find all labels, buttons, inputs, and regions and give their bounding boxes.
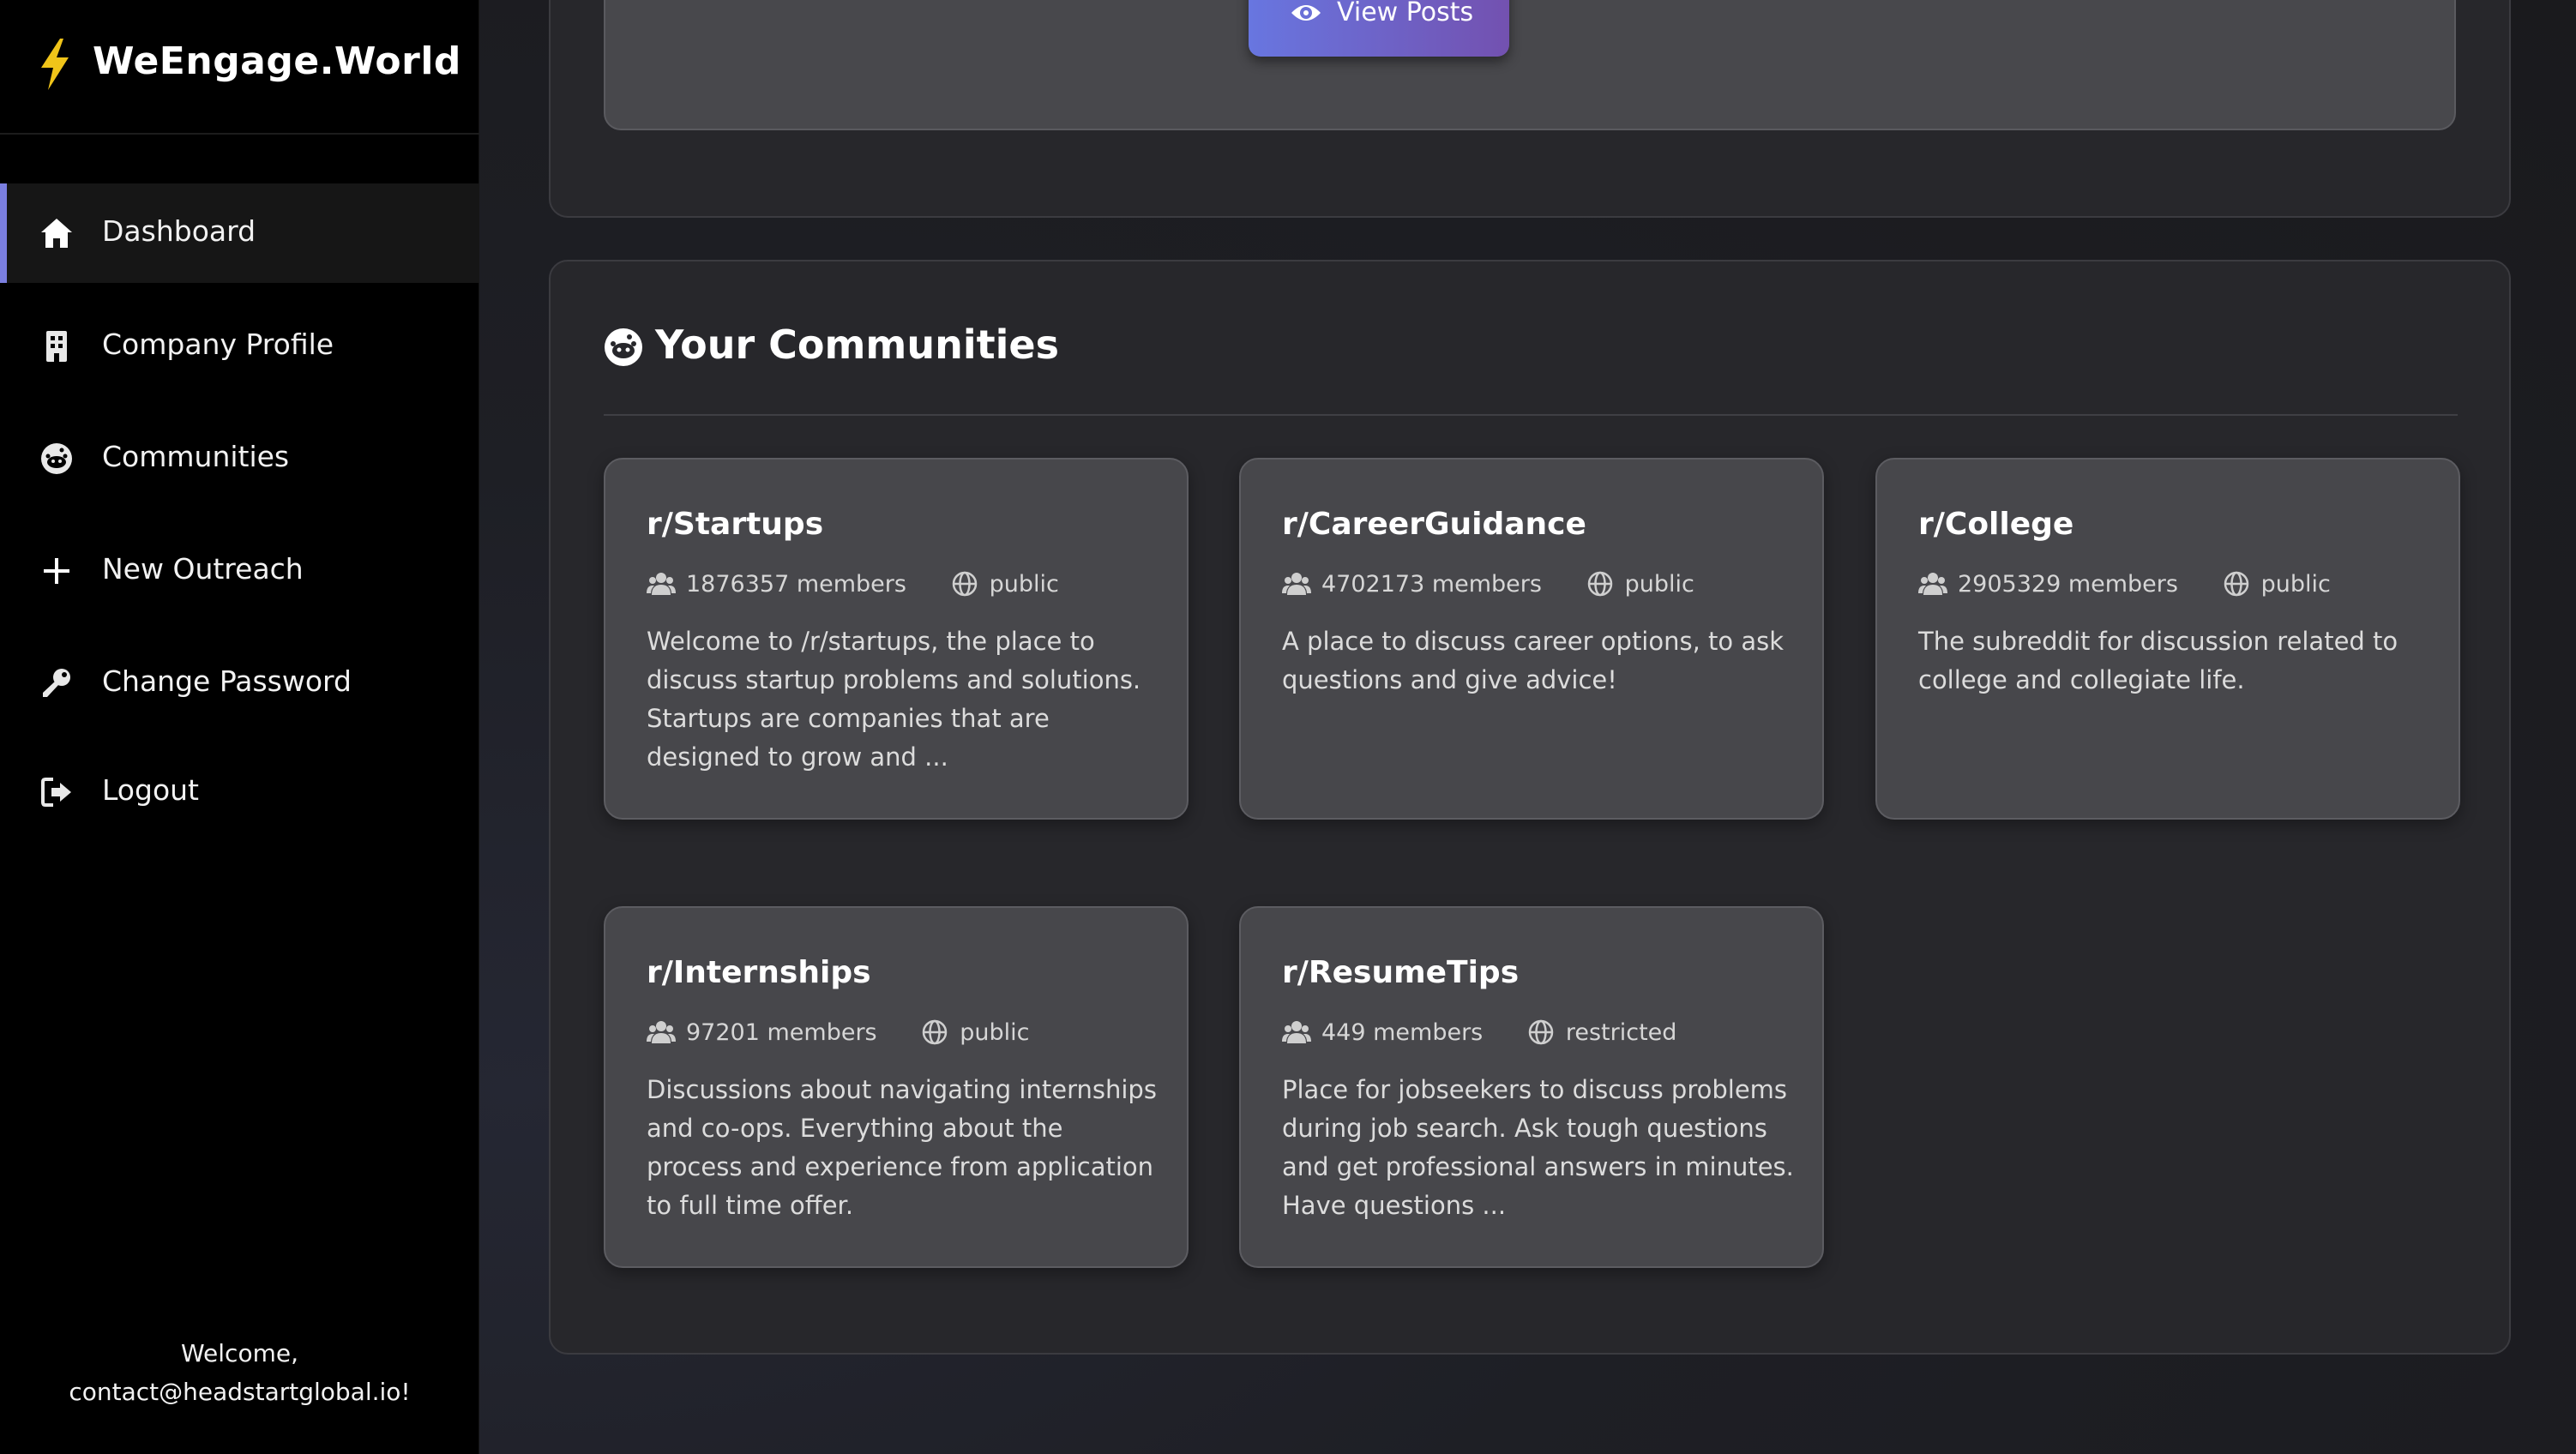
globe-icon [2224,571,2248,597]
users-icon [647,573,676,595]
community-description: Place for jobseekers to discuss problems… [1282,1075,1794,1220]
view-posts-label: View Posts [1337,0,1474,27]
home-icon [41,219,72,248]
member-count: 4702173 members [1321,570,1542,598]
user-email: contact@headstartglobal.io! [69,1378,411,1406]
member-count: 449 members [1321,1018,1484,1046]
view-posts-button[interactable]: View Posts [1249,0,1509,57]
users-icon [647,1021,676,1043]
divider [604,414,2458,416]
sidebar-item-label: Dashboard [102,214,256,248]
sidebar-item-label: Logout [102,773,199,807]
sidebar-item-communities[interactable]: Communities [0,409,479,508]
logout-icon [41,778,71,807]
sidebar-item-label: New Outreach [102,552,304,586]
sidebar-item-change-password[interactable]: Change Password [0,634,479,733]
community-type: public [2260,570,2331,598]
reddit-icon [41,443,72,474]
community-card-college[interactable]: r/College 2905329 members public The sub… [1875,458,2460,820]
eye-icon [1291,5,1321,21]
community-name: r/Startups [647,507,824,542]
community-name: r/College [1918,507,2074,542]
posts-panel: View Posts [549,0,2511,218]
community-card-internships[interactable]: r/Internships 97201 members public Discu… [604,906,1189,1268]
member-count: 2905329 members [1958,570,2178,598]
community-card-startups[interactable]: r/Startups 1876357 members public Welcom… [604,458,1189,820]
community-type: public [989,570,1059,598]
community-type: restricted [1565,1018,1677,1046]
building-icon [46,331,67,362]
app-root: WeEngage.World Dashboard Company Profile [0,0,2576,1454]
key-icon [43,669,70,697]
sidebar: WeEngage.World Dashboard Company Profile [0,0,479,1454]
community-meta: 2905329 members public [1918,569,2367,600]
sidebar-item-label: Company Profile [102,327,334,361]
sidebar-item-company-profile[interactable]: Company Profile [0,297,479,396]
sidebar-item-label: Communities [102,440,290,473]
communities-title: Your Communities [655,321,1059,368]
globe-icon [1528,1019,1554,1045]
member-count: 97201 members [686,1018,877,1046]
welcome-line: Welcome, [181,1339,298,1367]
globe-icon [952,571,977,597]
sidebar-item-new-outreach[interactable]: New Outreach [0,521,479,621]
member-count: 1876357 members [686,570,906,598]
users-icon [1918,573,1947,595]
community-name: r/ResumeTips [1282,955,1520,990]
community-meta: 1876357 members public [647,569,1095,600]
globe-icon [922,1019,948,1045]
users-icon [1282,573,1311,595]
community-description: The subreddit for discussion related to … [1918,627,2398,694]
community-type: public [960,1018,1030,1046]
community-meta: 449 members restricted [1282,1018,1712,1048]
sidebar-item-dashboard[interactable]: Dashboard [0,183,479,283]
community-type: public [1624,570,1694,598]
community-meta: 4702173 members public [1282,569,1730,600]
brand-name: WeEngage.World [93,39,461,83]
community-card-resumetips[interactable]: r/ResumeTips 449 members restricted Plac… [1239,906,1824,1268]
community-meta: 97201 members public [647,1018,1065,1048]
lightning-bolt-icon [41,39,69,90]
globe-icon [1587,571,1612,597]
community-name: r/CareerGuidance [1282,507,1586,542]
community-description: Discussions about navigating internships… [647,1075,1157,1220]
community-name: r/Internships [647,955,871,990]
community-description: A place to discuss career options, to as… [1282,627,1785,694]
brand[interactable]: WeEngage.World [0,0,479,135]
sidebar-item-label: Change Password [102,664,352,698]
plus-icon [44,558,69,584]
sidebar-item-logout[interactable]: Logout [0,742,479,842]
welcome-message: Welcome, contact@headstartglobal.io! [0,1334,479,1411]
community-card-careerguidance[interactable]: r/CareerGuidance 4702173 members public … [1239,458,1824,820]
communities-panel: Your Communities r/Startups 1876357 memb… [549,260,2511,1355]
posts-card: View Posts [604,0,2456,130]
reddit-icon [605,328,642,366]
users-icon [1282,1021,1311,1043]
community-description: Welcome to /r/startups, the place to dis… [647,627,1141,772]
